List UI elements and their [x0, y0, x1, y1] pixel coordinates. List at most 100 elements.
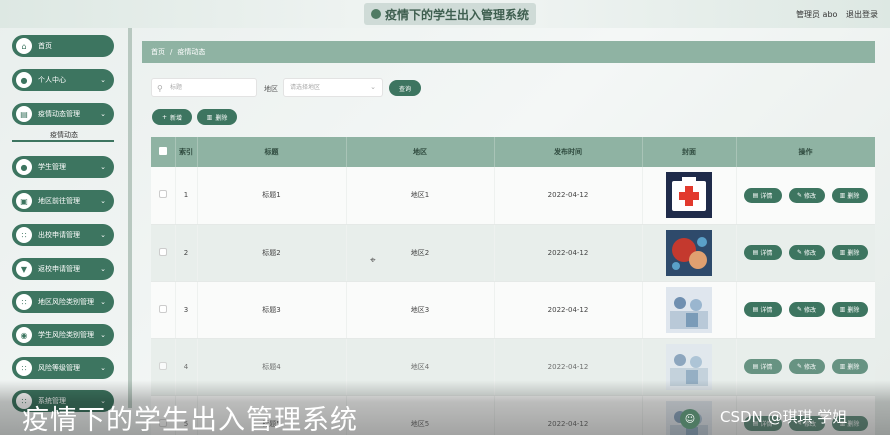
region-select-placeholder: 请选择地区: [290, 84, 321, 91]
cover-image: [666, 172, 712, 219]
edit-icon: ✎: [796, 191, 802, 199]
cell-ops: ▤ 详情 ✎ 修改 ▥ 删除: [736, 338, 875, 396]
delete-button[interactable]: ▥ 删除: [831, 359, 868, 374]
cover-image: [666, 343, 712, 390]
cell-title: 标题4: [197, 338, 347, 396]
row-checkbox[interactable]: [158, 304, 167, 313]
detail-button[interactable]: ▤ 详情: [743, 302, 782, 317]
batch-delete-button[interactable]: ▥ 删除: [197, 109, 237, 125]
edit-button[interactable]: ✎ 修改: [788, 302, 825, 317]
edit-button[interactable]: ✎ 修改: [788, 245, 825, 260]
row-checkbox[interactable]: [158, 361, 167, 370]
trash-icon: ▥: [839, 191, 846, 199]
grid-icon: ∷: [16, 294, 32, 310]
edit-button[interactable]: ✎ 修改: [788, 359, 825, 374]
query-button-label: 查询: [398, 85, 411, 93]
row-checkbox-cell[interactable]: [151, 224, 176, 282]
cell-title: 标题2: [197, 224, 347, 282]
delete-button[interactable]: ▥ 删除: [831, 302, 868, 317]
delete-label: 删除: [847, 192, 860, 200]
col-header-title: 标题: [197, 137, 347, 167]
cell-region: 地区2: [346, 224, 495, 282]
cell-date: 2022-04-12: [494, 224, 643, 282]
sidebar-item-home[interactable]: ⌂ 首页: [12, 35, 114, 57]
cell-ops: ▤ 详情 ✎ 修改 ▥ 删除: [736, 281, 875, 339]
sidebar-item-student-risk[interactable]: ◉ 学生风险类别管理 ⌄: [12, 324, 114, 346]
sidebar-item-epidemic[interactable]: ▤ 疫情动态管理 ⌄: [12, 103, 114, 125]
region-select[interactable]: 请选择地区 ⌄: [283, 78, 383, 97]
edit-button[interactable]: ✎ 修改: [788, 187, 825, 203]
detail-label: 详情: [760, 364, 773, 371]
chevron-down-icon: ⌄: [100, 331, 106, 339]
edit-label: 修改: [804, 250, 817, 257]
query-button[interactable]: 查询: [389, 80, 421, 96]
sidebar-item-region-visit[interactable]: ▣ 地区前往管理 ⌄: [12, 190, 114, 212]
trash-icon: ▥: [206, 113, 213, 121]
top-header: 疫情下的学生出入管理系统 管理员 abo 退出登录: [0, 0, 890, 28]
search-icon: ⚲: [157, 84, 163, 93]
add-button[interactable]: + 新增: [152, 109, 192, 125]
detail-button[interactable]: ▤ 详情: [743, 187, 782, 203]
row-checkbox-cell[interactable]: [151, 167, 176, 225]
detail-icon: ▤: [752, 191, 759, 199]
region-label: 地区: [264, 85, 278, 93]
delete-label: 删除: [847, 364, 860, 371]
chevron-down-icon: ⌄: [100, 197, 106, 205]
select-all-checkbox[interactable]: [158, 147, 167, 155]
data-table: 索引 标题 地区 发布时间 封面 操作 1 标题1 地区1 2022-04-12…: [151, 137, 875, 435]
cell-title: 标题3: [197, 281, 347, 339]
cell-region: 地区1: [346, 167, 495, 225]
avatar: ☺: [680, 409, 700, 429]
sidebar-item-profile[interactable]: ● 个人中心 ⌄: [12, 69, 114, 91]
sidebar-item-label: 学生风险类别管理: [38, 331, 94, 339]
cell-region: 地区5: [346, 395, 495, 435]
sidebar-item-students[interactable]: ● 学生管理 ⌄: [12, 156, 114, 178]
logo-icon: [370, 9, 381, 19]
user-icon: ●: [16, 72, 32, 88]
select-all-cell[interactable]: [151, 137, 176, 167]
user-icon: ●: [16, 159, 32, 175]
delete-button[interactable]: ▥ 删除: [831, 187, 868, 203]
edit-label: 修改: [804, 192, 817, 200]
table-header-row: 索引 标题 地区 发布时间 封面 操作: [151, 137, 875, 167]
sidebar-item-label: 疫情动态管理: [38, 110, 80, 118]
shield-icon: ▼: [16, 261, 32, 277]
detail-icon: ▤: [752, 249, 759, 256]
detail-button[interactable]: ▤ 详情: [743, 245, 782, 260]
breadcrumb-home[interactable]: 首页: [151, 47, 165, 57]
home-icon: ⌂: [16, 38, 32, 54]
plus-icon: +: [161, 113, 167, 121]
sidebar-item-region-risk[interactable]: ∷ 地区风险类别管理 ⌄: [12, 291, 114, 313]
chevron-down-icon: ⌄: [100, 231, 106, 239]
sidebar-item-label: 首页: [38, 42, 52, 50]
sidebar-item-risk-level[interactable]: ∷ 风险等级管理 ⌄: [12, 357, 114, 379]
sidebar-item-leave-apply[interactable]: ∷ 出校申请管理 ⌄: [12, 224, 114, 246]
cell-region: 地区3: [346, 281, 495, 339]
detail-icon: ▤: [752, 306, 759, 313]
row-checkbox[interactable]: [158, 247, 167, 256]
detail-icon: ▤: [752, 363, 759, 370]
title-search-placeholder: 标题: [170, 84, 183, 91]
col-header-date: 发布时间: [494, 137, 643, 167]
chevron-down-icon: ⌄: [100, 265, 106, 273]
chevron-down-icon: ⌄: [100, 364, 106, 372]
cell-date: 2022-04-12: [494, 167, 643, 225]
cell-cover: [642, 338, 737, 396]
cover-image: [666, 229, 712, 276]
video-caption: 疫情下的学生出入管理系统: [22, 405, 358, 435]
cell-cover: [642, 167, 737, 225]
logout-link[interactable]: 退出登录: [846, 9, 878, 20]
row-checkbox-cell[interactable]: [151, 281, 176, 339]
row-checkbox[interactable]: [158, 190, 167, 199]
table-row: 1 标题1 地区1 2022-04-12 ▤ 详情 ✎ 修改 ▥ 删除: [151, 167, 875, 225]
title-search-input[interactable]: ⚲ 标题: [151, 78, 257, 97]
detail-button[interactable]: ▤ 详情: [743, 359, 782, 374]
delete-button[interactable]: ▥ 删除: [831, 245, 868, 260]
admin-label: 管理员 abo: [796, 10, 838, 19]
sidebar-item-label: 学生管理: [38, 163, 66, 171]
cell-ops: ▤ 详情 ✎ 修改 ▥ 删除: [736, 167, 875, 225]
sidebar-subitem-epidemic-news[interactable]: 疫情动态: [12, 128, 114, 142]
col-header-ops: 操作: [736, 137, 875, 167]
sidebar-item-return-apply[interactable]: ▼ 返校申请管理 ⌄: [12, 258, 114, 280]
row-checkbox-cell[interactable]: [151, 338, 176, 396]
